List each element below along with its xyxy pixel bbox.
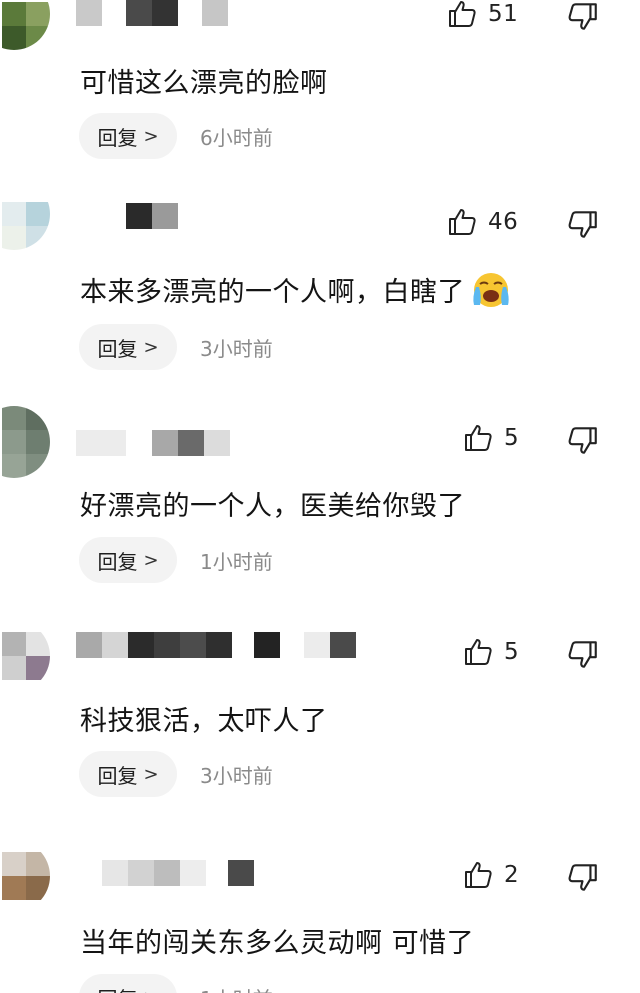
reply-label: 回复 [97,125,138,150]
comment-item: 46 本来多漂亮的一个人啊，白瞎了 回复 > 3小时前 [0,200,640,412]
comment-item: 5 科技狠活，太吓人了 回复 > 3小时前 [0,620,640,832]
thumbs-up-icon [449,209,476,235]
timestamp: 3小时前 [200,336,273,361]
thumbs-down-icon[interactable] [566,424,600,458]
like-button[interactable]: 2 [462,855,519,895]
reply-button[interactable]: 回复> [79,324,177,370]
thumbs-down-icon[interactable] [566,861,600,895]
reply-label: 回复 [97,549,138,574]
thumbs-up-icon [449,1,476,27]
avatar[interactable] [0,0,50,50]
reply-button[interactable]: 回复> [79,751,177,797]
like-count: 2 [504,862,520,888]
comment-text: 本来多漂亮的一个人啊，白瞎了 [80,268,511,310]
reply-label: 回复 [97,336,138,361]
reply-button[interactable]: 回复 > [79,974,177,993]
chevron-right-icon: > [143,987,158,993]
comment-text: 当年的闯关东多么灵动啊 可惜了 [80,927,475,959]
comment-text: 可惜这么漂亮的脸啊 [80,67,328,99]
comment-text-content: 本来多漂亮的一个人啊，白瞎了 [80,276,465,308]
timestamp: 1小时前 [200,974,273,993]
timestamp: 6小时前 [200,125,273,150]
timestamp: 3小时前 [200,763,273,788]
comment-item: 2 当年的闯关东多么灵动啊 可惜了 回复 > 1小时前 [0,840,640,993]
thumbs-up-icon [465,425,492,451]
thumbs-down-icon[interactable] [566,638,600,672]
like-count: 5 [504,425,520,451]
like-button[interactable]: 46 [446,202,518,242]
chevron-right-icon: > [143,763,159,785]
thumbs-down-icon[interactable] [566,0,600,34]
reply-label: 回复 [97,983,137,993]
like-button[interactable]: 5 [462,418,519,458]
chevron-right-icon: > [143,336,159,358]
comment-text: 好漂亮的一个人，医美给你毁了 [80,490,465,522]
thumbs-down-icon[interactable] [566,208,600,242]
comment-text: 科技狠活，太吓人了 [80,705,328,737]
loudly-crying-face-emoji [473,273,509,307]
chevron-right-icon: > [143,549,159,571]
avatar[interactable] [0,840,50,912]
avatar[interactable] [0,406,50,478]
avatar[interactable] [0,620,50,692]
reply-label: 回复 [97,763,138,788]
timestamp: 1小时前 [200,549,273,574]
like-button[interactable]: 51 [446,0,518,34]
chevron-right-icon: > [143,125,159,147]
comment-item: 51 可惜这么漂亮的脸啊 回复 > 6小时前 [0,0,640,212]
like-count: 51 [488,1,519,27]
like-count: 46 [488,209,519,235]
thumbs-up-icon [465,639,492,665]
like-count: 5 [504,639,520,665]
thumbs-up-icon [465,862,492,888]
reply-button[interactable]: 回复> [79,537,177,583]
like-button[interactable]: 5 [462,632,519,672]
comment-item: 5 好漂亮的一个人，医美给你毁了 回复 > 1小时前 [0,406,640,620]
reply-button[interactable]: 回复> [79,113,177,159]
